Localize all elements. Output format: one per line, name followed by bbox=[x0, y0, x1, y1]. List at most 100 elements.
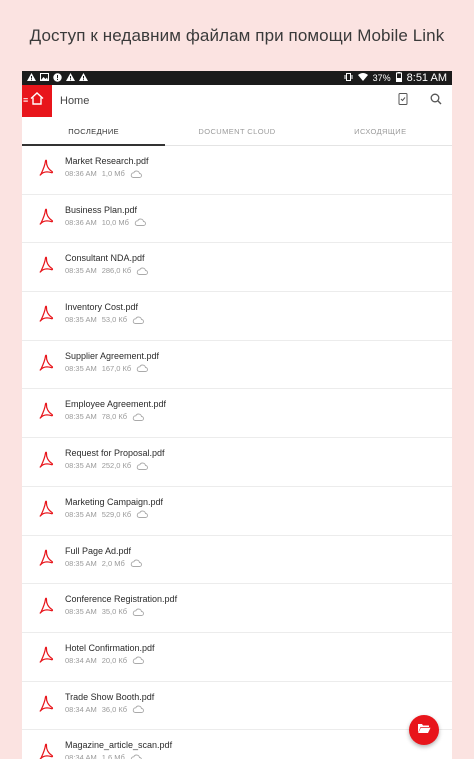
file-text: Market Research.pdf 08:36 AM 1,0 Мб bbox=[65, 156, 149, 178]
file-meta: 08:36 AM 10,0 Мб bbox=[65, 218, 146, 227]
acrobat-pdf-icon bbox=[38, 256, 54, 274]
file-meta: 08:35 AM 286,0 Кб bbox=[65, 266, 149, 276]
file-text: Inventory Cost.pdf 08:35 AM 53,0 Кб bbox=[65, 302, 144, 324]
file-name: Request for Proposal.pdf bbox=[65, 448, 165, 459]
home-icon bbox=[30, 92, 44, 110]
file-list-item[interactable]: Business Plan.pdf 08:36 AM 10,0 Мб bbox=[22, 195, 452, 244]
acrobat-pdf-icon bbox=[38, 500, 54, 518]
file-text: Full Page Ad.pdf 08:35 AM 2,0 Мб bbox=[65, 546, 142, 568]
search-icon[interactable] bbox=[430, 92, 442, 110]
cloud-icon bbox=[136, 510, 149, 519]
file-meta: 08:34 AM 36,0 Кб bbox=[65, 705, 154, 714]
file-time: 08:35 AM bbox=[65, 363, 97, 373]
file-meta: 08:34 AM 1,6 Мб bbox=[65, 753, 172, 759]
appbar-actions bbox=[398, 85, 442, 117]
acrobat-pdf-icon bbox=[38, 743, 54, 759]
file-list-item[interactable]: Employee Agreement.pdf 08:35 AM 78,0 Кб bbox=[22, 389, 452, 439]
file-list-item[interactable]: Request for Proposal.pdf 08:35 AM 252,0 … bbox=[22, 438, 452, 487]
acrobat-pdf-icon bbox=[38, 402, 54, 420]
menu-icon: ≡ bbox=[23, 95, 29, 105]
cloud-icon bbox=[132, 656, 144, 665]
notification-icons bbox=[27, 72, 88, 84]
file-list: Market Research.pdf 08:36 AM 1,0 Мб Busi… bbox=[22, 146, 452, 759]
file-name: Supplier Agreement.pdf bbox=[65, 350, 160, 361]
file-time: 08:35 AM bbox=[65, 607, 97, 617]
file-time: 08:35 AM bbox=[65, 412, 97, 422]
file-list-item[interactable]: Consultant NDA.pdf 08:35 AM 286,0 Кб bbox=[22, 243, 452, 293]
file-list-item[interactable]: Trade Show Booth.pdf 08:34 AM 36,0 Кб bbox=[22, 682, 452, 731]
cloud-icon bbox=[136, 364, 149, 373]
file-time: 08:35 AM bbox=[65, 558, 97, 568]
file-meta: 08:34 AM 20,0 Кб bbox=[65, 656, 155, 665]
file-name: Marketing Campaign.pdf bbox=[65, 496, 164, 507]
battery-percent: 37% bbox=[372, 73, 391, 83]
acrobat-pdf-icon bbox=[38, 597, 54, 615]
file-list-item[interactable]: Hotel Confirmation.pdf 08:34 AM 20,0 Кб bbox=[22, 633, 452, 682]
file-meta: 08:35 AM 78,0 Кб bbox=[65, 412, 166, 421]
status-bar: 37% 8:51 AM bbox=[22, 71, 452, 85]
warning-icon-3 bbox=[79, 73, 88, 83]
file-text: Conference Registration.pdf 08:35 AM 35,… bbox=[65, 594, 177, 616]
file-list-item[interactable]: Inventory Cost.pdf 08:35 AM 53,0 Кб bbox=[22, 292, 452, 341]
file-name: Inventory Cost.pdf bbox=[65, 302, 139, 313]
file-text: Request for Proposal.pdf 08:35 AM 252,0 … bbox=[65, 448, 165, 470]
file-size: 286,0 Кб bbox=[101, 266, 132, 276]
tablet-icon[interactable] bbox=[398, 92, 408, 110]
tab-recent[interactable]: ПОСЛЕДНИЕ bbox=[22, 117, 166, 146]
cloud-icon bbox=[136, 267, 149, 275]
file-name: Hotel Confirmation.pdf bbox=[65, 642, 155, 653]
file-meta: 08:35 AM 53,0 Кб bbox=[65, 315, 144, 324]
cloud-icon bbox=[130, 559, 142, 567]
file-text: Business Plan.pdf 08:36 AM 10,0 Мб bbox=[65, 205, 146, 227]
cloud-icon bbox=[130, 754, 142, 759]
file-size: 1,0 Мб bbox=[101, 169, 125, 178]
file-list-item[interactable]: Market Research.pdf 08:36 AM 1,0 Мб bbox=[22, 146, 452, 195]
file-list-item[interactable]: Marketing Campaign.pdf 08:35 AM 529,0 Кб bbox=[22, 487, 452, 536]
file-time: 08:34 AM bbox=[65, 704, 97, 714]
file-list-item[interactable]: Full Page Ad.pdf 08:35 AM 2,0 Мб bbox=[22, 536, 452, 585]
cloud-icon bbox=[132, 608, 144, 616]
file-size: 78,0 Кб bbox=[101, 412, 128, 422]
file-text: Marketing Campaign.pdf 08:35 AM 529,0 Кб bbox=[65, 497, 163, 519]
file-list-item[interactable]: Magazine_article_scan.pdf 08:34 AM 1,6 М… bbox=[22, 730, 452, 759]
cloud-icon bbox=[132, 413, 144, 421]
acrobat-pdf-icon bbox=[38, 549, 54, 567]
file-name: Employee Agreement.pdf bbox=[65, 399, 167, 410]
file-name: Trade Show Booth.pdf bbox=[65, 691, 155, 702]
file-size: 10,0 Мб bbox=[101, 217, 129, 227]
tab-bar: ПОСЛЕДНИЕ DOCUMENT CLOUD ИСХОДЯЩИЕ bbox=[22, 117, 452, 146]
warning-icon-2 bbox=[66, 73, 75, 83]
file-size: 36,0 Кб bbox=[101, 704, 128, 714]
file-time: 08:36 AM bbox=[65, 217, 97, 227]
tab-outgoing[interactable]: ИСХОДЯЩИЕ bbox=[309, 117, 452, 145]
file-text: Consultant NDA.pdf 08:35 AM 286,0 Кб bbox=[65, 253, 149, 276]
file-text: Trade Show Booth.pdf 08:34 AM 36,0 Кб bbox=[65, 692, 154, 714]
file-time: 08:35 AM bbox=[65, 461, 97, 471]
file-list-item[interactable]: Conference Registration.pdf 08:35 AM 35,… bbox=[22, 584, 452, 633]
tab-document-cloud[interactable]: DOCUMENT CLOUD bbox=[165, 117, 308, 145]
file-size: 167,0 Кб bbox=[101, 363, 132, 373]
acrobat-pdf-icon bbox=[38, 208, 54, 226]
file-meta: 08:35 AM 252,0 Кб bbox=[65, 461, 165, 470]
file-size: 529,0 Кб bbox=[101, 509, 132, 519]
file-size: 35,0 Кб bbox=[101, 607, 128, 617]
home-button[interactable]: ≡ bbox=[22, 85, 52, 117]
acrobat-pdf-icon bbox=[38, 451, 54, 469]
acrobat-pdf-icon bbox=[38, 159, 54, 177]
file-size: 53,0 Кб bbox=[101, 315, 128, 325]
file-name: Business Plan.pdf bbox=[65, 204, 138, 215]
status-time: 8:51 AM bbox=[406, 72, 447, 84]
open-folder-button[interactable] bbox=[409, 715, 439, 745]
cloud-icon bbox=[130, 170, 142, 178]
file-name: Full Page Ad.pdf bbox=[65, 545, 132, 556]
file-name: Magazine_article_scan.pdf bbox=[65, 740, 173, 751]
acrobat-pdf-icon bbox=[38, 695, 54, 713]
file-list-item[interactable]: Supplier Agreement.pdf 08:35 AM 167,0 Кб bbox=[22, 341, 452, 390]
wifi-icon bbox=[357, 73, 368, 83]
file-meta: 08:35 AM 167,0 Кб bbox=[65, 364, 159, 373]
file-time: 08:35 AM bbox=[65, 509, 97, 519]
file-name: Consultant NDA.pdf bbox=[65, 253, 145, 264]
vibrate-icon bbox=[344, 73, 353, 83]
battery-icon bbox=[395, 72, 402, 84]
alert-icon bbox=[53, 72, 62, 84]
